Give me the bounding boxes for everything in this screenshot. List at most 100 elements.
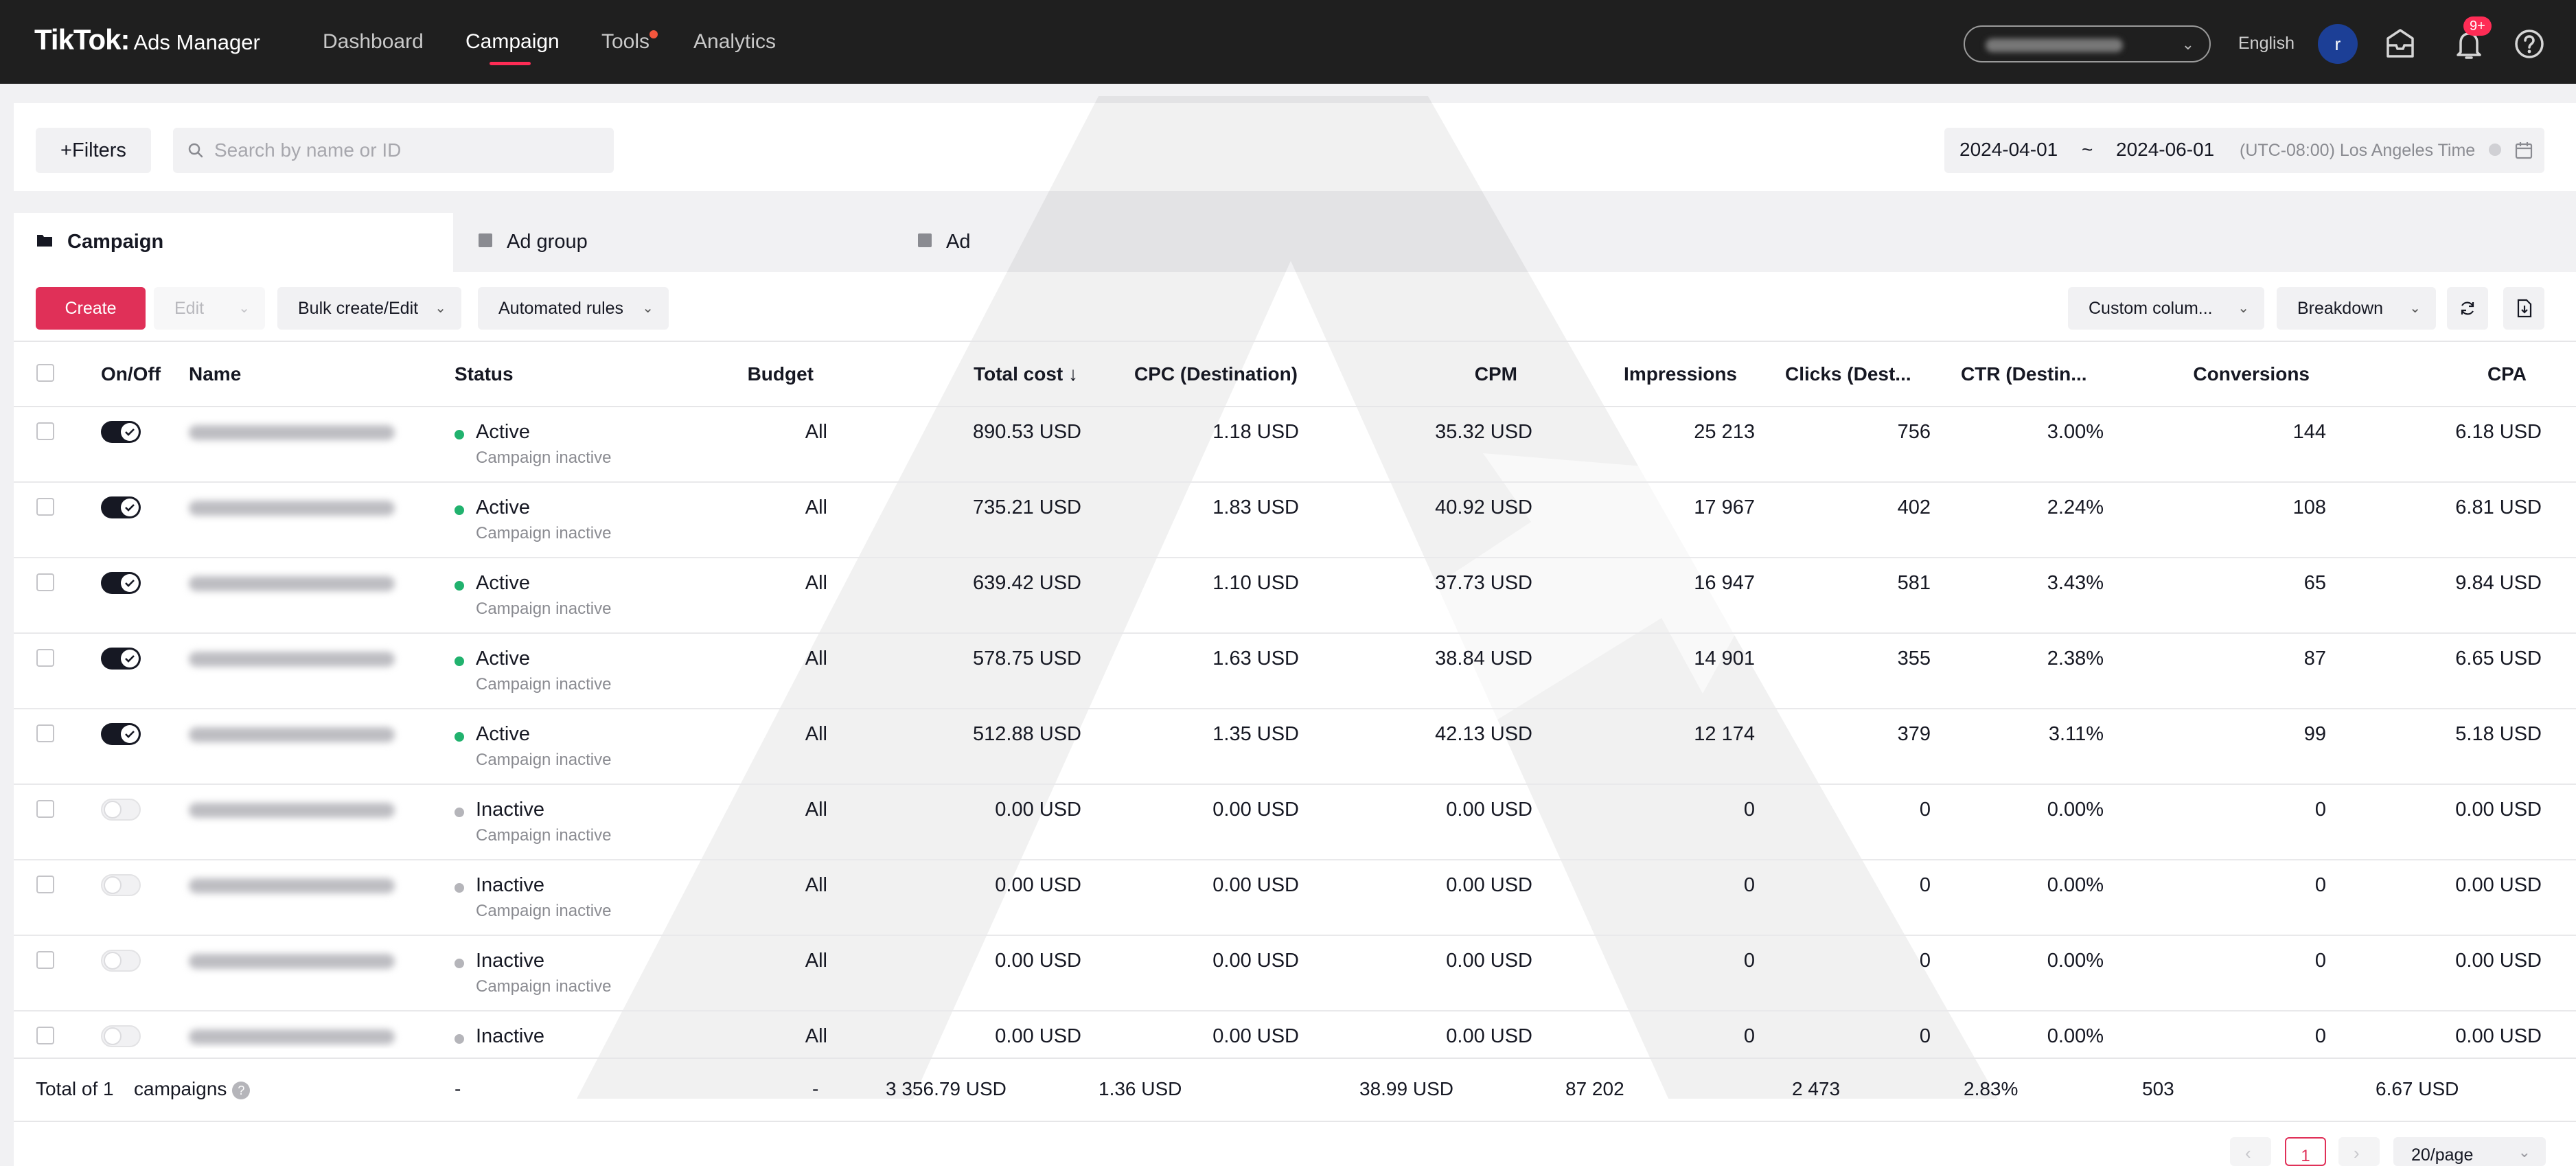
ad-group-icon	[479, 233, 492, 247]
calendar-icon[interactable]	[2514, 141, 2533, 160]
tab-ad-group[interactable]: Ad group	[474, 213, 913, 272]
table-row[interactable]: Inactive All 0.00 USD 0.00 USD 0.00 USD 0 0 0.0…	[14, 1011, 2576, 1049]
campaign-name-redacted[interactable]	[189, 803, 395, 818]
search-input[interactable]	[214, 128, 599, 173]
next-page-button[interactable]: ›	[2338, 1137, 2380, 1166]
filters-button[interactable]: +Filters	[36, 128, 151, 173]
cell-status: Active	[476, 572, 530, 594]
cell-cpa: 6.65 USD	[2455, 648, 2542, 670]
campaign-name-redacted[interactable]	[189, 878, 395, 893]
campaign-name-redacted[interactable]	[189, 425, 395, 440]
total-cpc: 1.36 USD	[1099, 1078, 1182, 1099]
row-checkbox[interactable]	[36, 876, 54, 893]
edit-button[interactable]: Edit ⌄	[154, 287, 265, 330]
table-row[interactable]: Active Campaign inactive All 735.21 USD 1.83…	[14, 483, 2576, 558]
table-row[interactable]: Inactive Campaign inactive All 0.00 USD 0.00…	[14, 936, 2576, 1011]
campaign-name-redacted[interactable]	[189, 1029, 395, 1044]
table-row[interactable]: Inactive Campaign inactive All 0.00 USD 0.00…	[14, 785, 2576, 860]
automated-rules-button[interactable]: Automated rules ⌄	[478, 287, 669, 330]
bulk-create-edit-button[interactable]: Bulk create/Edit ⌄	[277, 287, 461, 330]
refresh-button[interactable]	[2447, 287, 2488, 330]
custom-columns-button[interactable]: Custom colum... ⌄	[2068, 287, 2264, 330]
col-cpm[interactable]: CPM	[1346, 363, 1517, 405]
col-conversions[interactable]: Conversions	[2115, 363, 2310, 405]
cell-cpc: 1.18 USD	[1212, 421, 1299, 443]
on-off-toggle[interactable]	[101, 723, 141, 745]
col-cpa[interactable]: CPA	[2362, 363, 2527, 405]
question-icon[interactable]: ?	[232, 1081, 251, 1099]
col-clicks[interactable]: Clicks (Dest...	[1785, 363, 1911, 405]
table-row[interactable]: Active Campaign inactive All 890.53 USD 1.18…	[14, 407, 2576, 483]
cell-clicks: 756	[1897, 421, 1931, 443]
on-off-toggle[interactable]	[101, 1025, 141, 1047]
breakdown-button[interactable]: Breakdown ⌄	[2277, 287, 2436, 330]
account-select[interactable]: ⌄	[1964, 25, 2211, 62]
col-budget[interactable]: Budget	[676, 363, 814, 405]
cell-impressions: 0	[1743, 1025, 1755, 1047]
inbox-icon[interactable]	[2381, 25, 2419, 63]
avatar[interactable]: r	[2318, 24, 2358, 64]
create-button[interactable]: Create	[36, 287, 146, 330]
nav-tools[interactable]: Tools	[601, 30, 649, 54]
campaign-name-redacted[interactable]	[189, 727, 395, 742]
row-checkbox[interactable]	[36, 800, 54, 818]
tab-label: Ad group	[507, 231, 588, 253]
row-checkbox[interactable]	[36, 724, 54, 742]
table-row[interactable]: Active Campaign inactive All 578.75 USD 1.63…	[14, 634, 2576, 709]
on-off-toggle[interactable]	[101, 421, 141, 443]
tab-ad[interactable]: Ad	[915, 213, 1354, 272]
on-off-toggle[interactable]	[101, 648, 141, 670]
campaign-name-redacted[interactable]	[189, 954, 395, 969]
cell-clicks: 379	[1897, 723, 1931, 745]
page-size-label: 20/page	[2411, 1145, 2474, 1165]
cell-ctr: 0.00%	[2047, 874, 2104, 896]
prev-page-button[interactable]: ‹	[2230, 1137, 2271, 1166]
date-end[interactable]: 2024-06-01	[2116, 139, 2214, 161]
table-row[interactable]: Active Campaign inactive All 639.42 USD 1.10…	[14, 558, 2576, 634]
cell-cpc: 1.35 USD	[1212, 723, 1299, 745]
on-off-toggle[interactable]	[101, 799, 141, 821]
tab-campaign[interactable]: Campaign	[14, 213, 453, 272]
export-button[interactable]	[2503, 287, 2544, 330]
row-checkbox[interactable]	[36, 1027, 54, 1044]
table-row[interactable]: Active Campaign inactive All 512.88 USD 1.35…	[14, 709, 2576, 785]
table-row[interactable]: Inactive Campaign inactive All 0.00 USD 0.00…	[14, 860, 2576, 936]
select-all-checkbox[interactable]	[36, 364, 54, 382]
language-switch[interactable]: English	[2238, 34, 2295, 54]
campaign-name-redacted[interactable]	[189, 576, 395, 591]
nav-dashboard[interactable]: Dashboard	[323, 30, 424, 54]
cell-conversions: 0	[2314, 950, 2326, 972]
search-box[interactable]	[173, 128, 614, 173]
date-start[interactable]: 2024-04-01	[1959, 139, 2058, 161]
toggle-knob	[104, 1027, 122, 1045]
col-cpc[interactable]: CPC (Destination)	[1085, 363, 1298, 405]
col-name[interactable]: Name	[189, 363, 241, 405]
help-icon[interactable]	[2510, 25, 2549, 63]
nav-campaign[interactable]: Campaign	[465, 30, 560, 54]
tiktok-logo[interactable]: TikTok: Ads Manager	[34, 23, 260, 56]
logo-text: TikTok:	[34, 23, 130, 56]
row-checkbox[interactable]	[36, 573, 54, 591]
on-off-toggle[interactable]	[101, 950, 141, 972]
col-impressions[interactable]: Impressions	[1552, 363, 1737, 405]
total-label: Total of 1	[36, 1078, 114, 1099]
row-checkbox[interactable]	[36, 422, 54, 440]
page-1-button[interactable]: 1	[2285, 1137, 2326, 1166]
page-size-select[interactable]: 20/page ⌄	[2393, 1137, 2546, 1166]
col-status[interactable]: Status	[455, 363, 514, 405]
col-total-cost[interactable]: Total cost ↓	[872, 363, 1078, 405]
row-checkbox[interactable]	[36, 951, 54, 969]
on-off-toggle[interactable]	[101, 874, 141, 896]
col-on-off[interactable]: On/Off	[101, 363, 161, 405]
campaign-name-redacted[interactable]	[189, 652, 395, 667]
campaign-name-redacted[interactable]	[189, 501, 395, 516]
date-range-picker[interactable]: 2024-04-01 ~ 2024-06-01 (UTC-08:00) Los …	[1944, 128, 2544, 173]
nav-analytics[interactable]: Analytics	[693, 30, 776, 54]
col-ctr[interactable]: CTR (Destin...	[1961, 363, 2087, 405]
total-conversions: 503	[2142, 1078, 2174, 1099]
row-checkbox[interactable]	[36, 498, 54, 516]
row-checkbox[interactable]	[36, 649, 54, 667]
on-off-toggle[interactable]	[101, 496, 141, 518]
tab-label: Campaign	[67, 231, 164, 253]
on-off-toggle[interactable]	[101, 572, 141, 594]
